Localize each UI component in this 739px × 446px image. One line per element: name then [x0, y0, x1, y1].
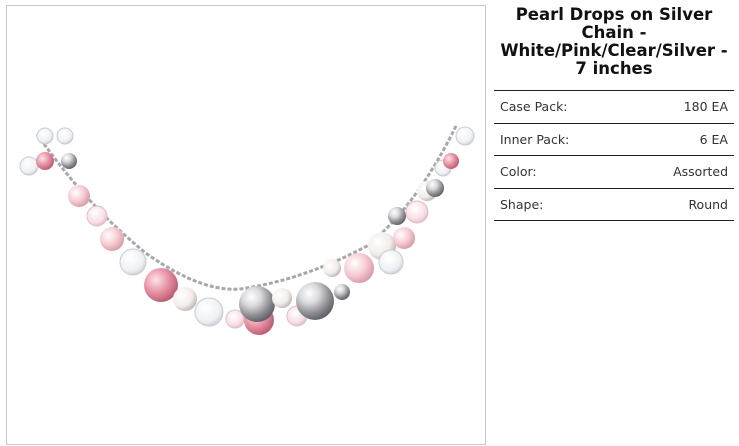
- silver-bead: [61, 153, 77, 169]
- pink-crystal: [86, 205, 108, 227]
- white-pearl: [323, 259, 341, 277]
- spec-value: Assorted: [625, 155, 734, 189]
- light-pink-pearl: [100, 227, 124, 251]
- white-pearl: [272, 288, 292, 308]
- spec-label: Color:: [494, 155, 626, 189]
- spec-row-color: Color: Assorted: [494, 155, 734, 189]
- spec-row-case-pack: Case Pack: 180 EA: [494, 90, 734, 124]
- product-image[interactable]: [6, 5, 486, 445]
- light-pink-pearl: [393, 227, 415, 249]
- clear-crystal: [19, 156, 39, 176]
- spec-label: Inner Pack:: [494, 123, 626, 156]
- silver-bead: [426, 179, 444, 197]
- spec-row-shape: Shape: Round: [494, 188, 734, 221]
- silver-bead: [239, 286, 275, 322]
- pink-pearl: [144, 268, 178, 302]
- spec-label: Shape:: [494, 188, 626, 221]
- silver-bead: [296, 282, 334, 320]
- light-pink-pearl: [344, 253, 374, 283]
- spec-label: Case Pack:: [494, 90, 626, 124]
- clear-crystal: [455, 126, 475, 146]
- silver-bead: [334, 284, 350, 300]
- silver-bead: [388, 207, 406, 225]
- clear-crystal: [119, 248, 147, 276]
- pink-crystal: [405, 200, 429, 224]
- spec-value: 180 EA: [625, 90, 734, 124]
- white-pearl: [173, 287, 197, 311]
- spec-value: 6 EA: [625, 123, 734, 156]
- spec-row-inner-pack: Inner Pack: 6 EA: [494, 123, 734, 156]
- clear-crystal: [36, 127, 54, 145]
- light-pink-pearl: [68, 185, 90, 207]
- spec-value: Round: [625, 188, 734, 221]
- pink-pearl: [36, 152, 54, 170]
- product-info-panel: Pearl Drops on Silver Chain - White/Pink…: [494, 6, 734, 221]
- clear-crystal: [194, 297, 224, 327]
- necklace-illustration: [19, 123, 475, 335]
- clear-crystal: [56, 127, 74, 145]
- clear-crystal: [378, 249, 404, 275]
- product-title: Pearl Drops on Silver Chain - White/Pink…: [500, 5, 728, 78]
- spec-table: Case Pack: 180 EA Inner Pack: 6 EA Color…: [494, 90, 734, 221]
- pink-pearl: [443, 153, 459, 169]
